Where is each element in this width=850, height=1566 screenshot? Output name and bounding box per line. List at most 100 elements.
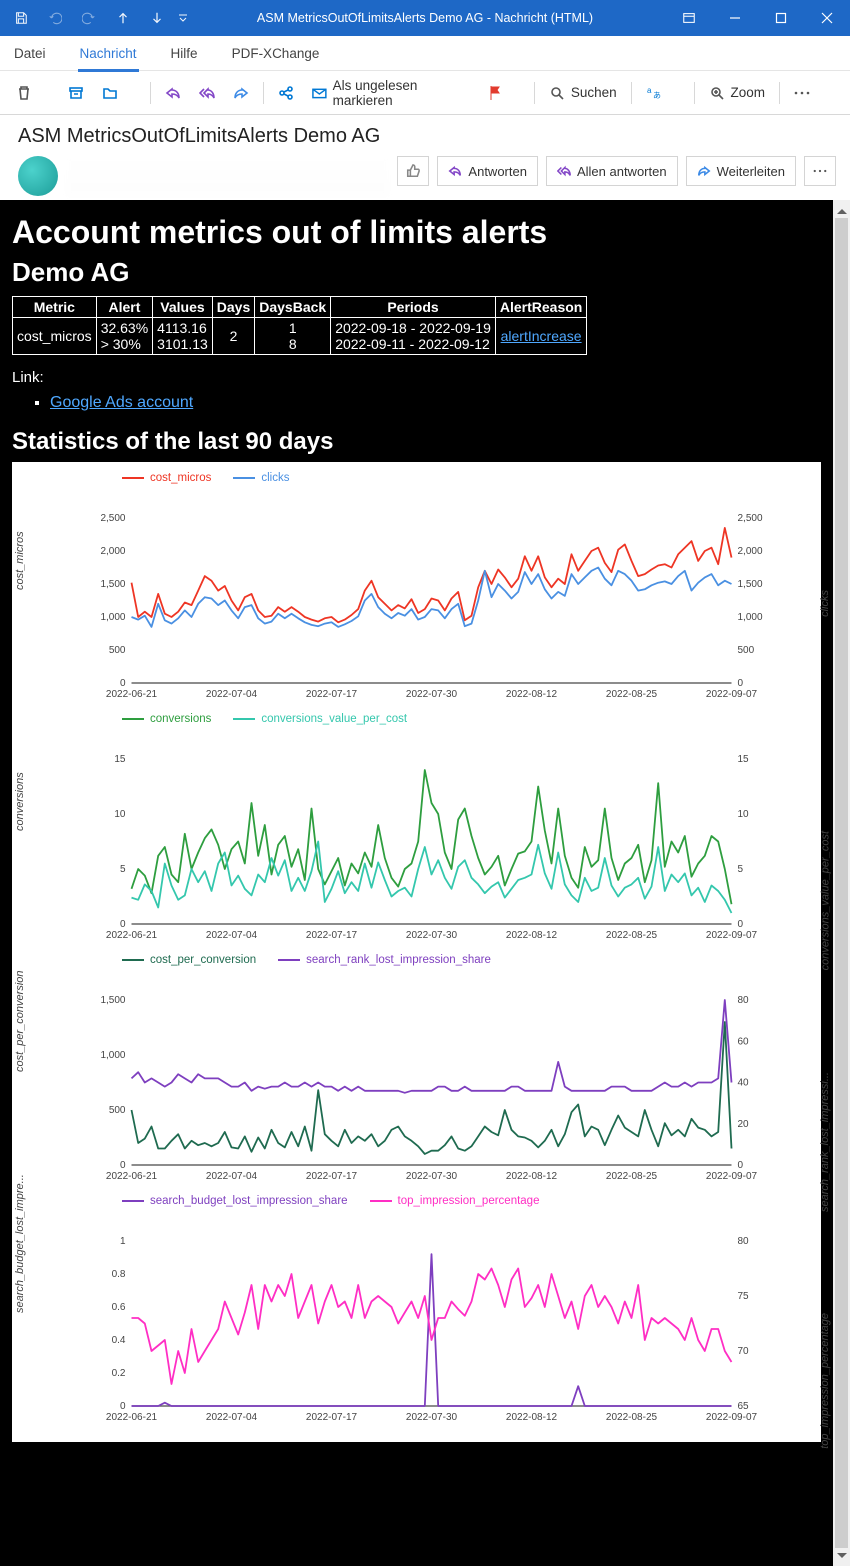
svg-text:2022-08-25: 2022-08-25 bbox=[606, 689, 658, 700]
vertical-scrollbar[interactable] bbox=[833, 200, 850, 1566]
reply-inline-button[interactable]: Antworten bbox=[437, 156, 538, 186]
ribbon-options-icon[interactable] bbox=[666, 0, 712, 36]
legend-item: search_rank_lost_impression_share bbox=[278, 954, 491, 966]
scroll-thumb[interactable] bbox=[835, 218, 848, 1548]
reply-all-inline-label: Allen antworten bbox=[577, 164, 667, 179]
flag-button[interactable] bbox=[480, 76, 510, 110]
tab-hilfe[interactable]: Hilfe bbox=[169, 40, 200, 67]
legend-item: cost_micros bbox=[122, 472, 211, 484]
reply-button[interactable] bbox=[157, 76, 189, 110]
svg-text:80: 80 bbox=[738, 995, 750, 1006]
flag-dropdown[interactable] bbox=[512, 76, 528, 110]
svg-text:2022-06-21: 2022-06-21 bbox=[106, 689, 158, 700]
alert-reason-link[interactable]: alertIncrease bbox=[501, 328, 582, 344]
tab-pdf[interactable]: PDF-XChange bbox=[230, 40, 322, 67]
save-icon[interactable] bbox=[6, 3, 36, 33]
close-button[interactable] bbox=[804, 0, 850, 36]
svg-text:0.4: 0.4 bbox=[112, 1335, 126, 1346]
svg-text:1,500: 1,500 bbox=[100, 995, 125, 1006]
svg-text:2022-09-07: 2022-09-07 bbox=[706, 689, 758, 700]
svg-text:2022-07-17: 2022-07-17 bbox=[306, 1412, 358, 1423]
svg-text:2022-07-04: 2022-07-04 bbox=[206, 930, 258, 941]
svg-text:a: a bbox=[647, 86, 652, 95]
reply-all-inline-button[interactable]: Allen antworten bbox=[546, 156, 678, 186]
arrow-up-icon[interactable] bbox=[108, 3, 138, 33]
svg-text:5: 5 bbox=[120, 864, 126, 875]
cell-days: 2 bbox=[212, 318, 254, 355]
redo-icon[interactable] bbox=[74, 3, 104, 33]
tab-datei[interactable]: Datei bbox=[12, 40, 48, 67]
legend-item: conversions_value_per_cost bbox=[233, 713, 407, 725]
svg-text:500: 500 bbox=[109, 645, 126, 656]
share-button[interactable] bbox=[270, 76, 302, 110]
svg-text:2022-06-21: 2022-06-21 bbox=[106, 1412, 158, 1423]
link-label: Link: bbox=[12, 369, 821, 386]
minimize-button[interactable] bbox=[712, 0, 758, 36]
zoom-button[interactable]: Zoom bbox=[701, 76, 774, 110]
archive-button[interactable] bbox=[60, 76, 92, 110]
svg-text:2022-07-04: 2022-07-04 bbox=[206, 689, 258, 700]
cell-metric: cost_micros bbox=[13, 318, 97, 355]
svg-text:0: 0 bbox=[738, 1160, 744, 1171]
like-button[interactable] bbox=[397, 156, 429, 186]
tab-nachricht[interactable]: Nachricht bbox=[78, 40, 139, 67]
alerts-table: MetricAlertValuesDaysDaysBackPeriodsAler… bbox=[12, 296, 587, 355]
svg-text:2022-07-30: 2022-07-30 bbox=[406, 1171, 458, 1182]
search-button[interactable]: Suchen bbox=[541, 76, 625, 110]
google-ads-link[interactable]: Google Ads account bbox=[50, 394, 193, 411]
svg-text:2022-09-07: 2022-09-07 bbox=[706, 930, 758, 941]
svg-text:80: 80 bbox=[738, 1236, 750, 1247]
maximize-button[interactable] bbox=[758, 0, 804, 36]
svg-text:70: 70 bbox=[738, 1346, 750, 1357]
ribbon-overflow-button[interactable] bbox=[786, 76, 818, 110]
cell-reason: alertIncrease bbox=[495, 318, 586, 355]
mark-unread-button[interactable]: Als ungelesen markieren bbox=[304, 76, 478, 110]
reply-inline-label: Antworten bbox=[468, 164, 527, 179]
svg-text:1,000: 1,000 bbox=[100, 612, 125, 623]
chart: search_budget_lost_impression_sharetop_i… bbox=[12, 1195, 821, 1430]
svg-text:40: 40 bbox=[738, 1078, 750, 1089]
svg-text:10: 10 bbox=[114, 809, 126, 820]
y-axis-label-left: cost_per_conversion bbox=[14, 970, 26, 1072]
y-axis-label-right: clicks bbox=[819, 590, 831, 617]
svg-text:2,000: 2,000 bbox=[100, 546, 125, 557]
legend-item: cost_per_conversion bbox=[122, 954, 256, 966]
svg-text:15: 15 bbox=[738, 754, 750, 765]
translate-button[interactable]: aあ bbox=[638, 76, 670, 110]
forward-inline-button[interactable]: Weiterleiten bbox=[686, 156, 796, 186]
body-title: Account metrics out of limits alerts bbox=[12, 214, 821, 251]
ribbon-collapse-button[interactable] bbox=[822, 76, 838, 110]
svg-text:0.2: 0.2 bbox=[112, 1368, 126, 1379]
svg-text:2022-07-30: 2022-07-30 bbox=[406, 1412, 458, 1423]
svg-text:0: 0 bbox=[738, 678, 744, 689]
svg-text:1: 1 bbox=[120, 1236, 126, 1247]
move-button[interactable] bbox=[94, 76, 126, 110]
translate-dropdown[interactable] bbox=[672, 76, 688, 110]
ribbon: Als ungelesen markieren Suchen aあ Zoom bbox=[0, 71, 850, 115]
delete-button[interactable] bbox=[8, 76, 40, 110]
table-header: DaysBack bbox=[255, 297, 331, 318]
svg-text:2022-08-25: 2022-08-25 bbox=[606, 1171, 658, 1182]
delete-dropdown[interactable] bbox=[42, 76, 58, 110]
qat-dropdown-icon[interactable] bbox=[176, 3, 190, 33]
arrow-down-icon[interactable] bbox=[142, 3, 172, 33]
sender-avatar bbox=[18, 156, 58, 196]
table-header: Values bbox=[153, 297, 213, 318]
svg-text:2022-07-30: 2022-07-30 bbox=[406, 930, 458, 941]
titlebar: ASM MetricsOutOfLimitsAlerts Demo AG - N… bbox=[0, 0, 850, 36]
svg-text:0: 0 bbox=[738, 919, 744, 930]
undo-icon[interactable] bbox=[40, 3, 70, 33]
svg-text:75: 75 bbox=[738, 1291, 750, 1302]
chart: cost_microsclickscost_microsclicks05001,… bbox=[12, 472, 821, 707]
move-dropdown[interactable] bbox=[128, 76, 144, 110]
cell-alert: 32.63%> 30% bbox=[96, 318, 152, 355]
table-header: Days bbox=[212, 297, 254, 318]
scroll-up-button[interactable] bbox=[833, 200, 850, 217]
reply-all-button[interactable] bbox=[191, 76, 223, 110]
svg-text:0: 0 bbox=[120, 1401, 126, 1412]
svg-text:2022-06-21: 2022-06-21 bbox=[106, 1171, 158, 1182]
scroll-down-button[interactable] bbox=[833, 1549, 850, 1566]
more-actions-button[interactable] bbox=[804, 156, 836, 186]
forward-button[interactable] bbox=[225, 76, 257, 110]
y-axis-label-right: conversions_value_per_cost bbox=[819, 831, 831, 970]
